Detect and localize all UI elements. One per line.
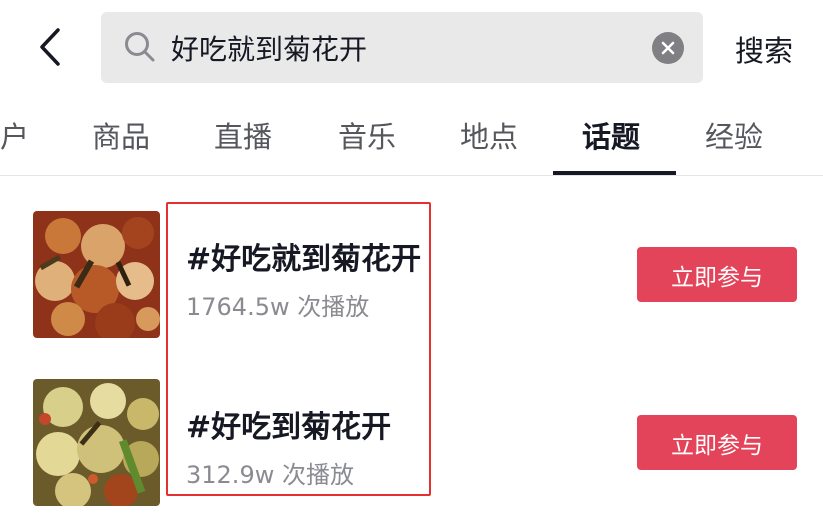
join-topic-button[interactable]: 立即参与 — [637, 247, 797, 302]
active-tab-indicator — [553, 171, 676, 175]
topic-title: #好吃到菊花开 — [186, 410, 392, 445]
join-topic-button[interactable]: 立即参与 — [637, 415, 797, 470]
topic-result-row[interactable]: #好吃到菊花开 312.9w 次播放 立即参与 — [0, 364, 823, 514]
chevron-left-icon — [40, 28, 60, 66]
tab-users[interactable]: 户 — [0, 114, 29, 156]
search-input[interactable] — [171, 12, 641, 83]
tab-places[interactable]: 地点 — [460, 114, 518, 156]
topic-result-row[interactable]: #好吃就到菊花开 1764.5w 次播放 立即参与 — [0, 196, 823, 346]
search-submit-button[interactable]: 搜索 — [735, 28, 793, 70]
search-icon — [125, 32, 155, 62]
category-tabs: 户 商品 直播 音乐 地点 话题 经验 — [0, 96, 823, 176]
tab-experience[interactable]: 经验 — [705, 114, 763, 156]
topic-title: #好吃就到菊花开 — [186, 242, 422, 277]
back-button[interactable] — [30, 24, 70, 70]
tab-live[interactable]: 直播 — [214, 114, 272, 156]
topic-thumbnail — [33, 379, 160, 506]
topic-play-count: 312.9w 次播放 — [186, 461, 354, 489]
topic-thumbnail — [33, 211, 160, 338]
tab-products[interactable]: 商品 — [92, 114, 150, 156]
tab-topics[interactable]: 话题 — [582, 114, 640, 156]
clear-button[interactable] — [652, 32, 684, 64]
search-box[interactable] — [101, 12, 703, 83]
search-header: 搜索 — [0, 0, 823, 96]
topic-play-count: 1764.5w 次播放 — [186, 293, 370, 321]
clear-icon — [661, 41, 675, 55]
tab-music[interactable]: 音乐 — [338, 114, 396, 156]
